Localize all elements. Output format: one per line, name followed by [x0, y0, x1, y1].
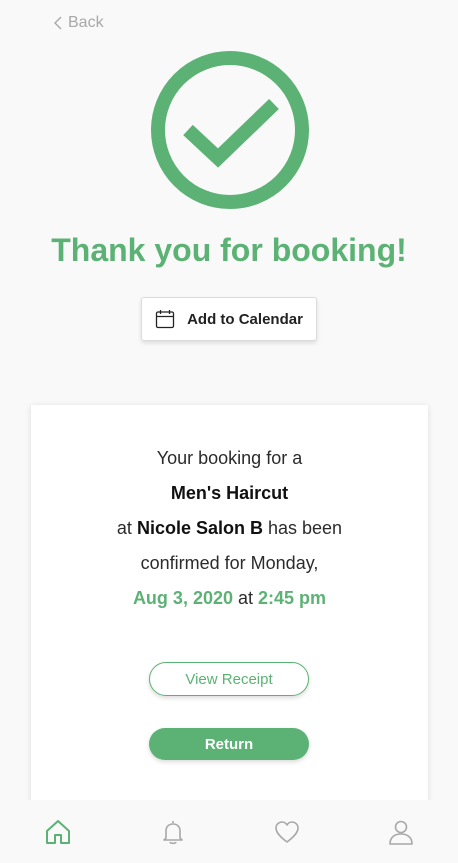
tab-home[interactable]	[43, 817, 73, 847]
booking-details-card: Your booking for a Men's Haircut at Nico…	[31, 405, 428, 825]
booking-confirmation-screen: Back Thank you for booking! Add to Calen…	[0, 0, 458, 863]
booking-date: Aug 3, 2020	[132, 588, 233, 608]
back-label: Back	[68, 14, 104, 31]
add-to-calendar-button[interactable]: Add to Calendar	[141, 297, 317, 341]
confirmed-day: confirmed for Monday,	[140, 553, 319, 573]
booking-time: 2:45 pm	[258, 588, 327, 608]
back-button[interactable]: Back	[54, 14, 104, 32]
view-receipt-button[interactable]: View Receipt	[149, 662, 309, 696]
status-suffix: has been	[268, 518, 343, 538]
page-title: Thank you for booking!	[51, 232, 407, 268]
service-name: Men's Haircut	[170, 483, 289, 503]
return-button[interactable]: Return	[149, 728, 309, 760]
at-prefix: at	[116, 518, 132, 538]
chevron-left-icon	[54, 16, 62, 30]
profile-icon	[389, 820, 413, 845]
bell-icon	[163, 821, 183, 845]
at-word: at	[238, 588, 254, 608]
tab-profile[interactable]	[386, 817, 416, 847]
success-check-icon	[150, 50, 310, 210]
home-icon	[46, 820, 70, 844]
salon-line: at Nicole Salon B has been	[31, 511, 428, 546]
tab-notifications[interactable]	[158, 817, 188, 847]
booking-summary: Your booking for a Men's Haircut at Nico…	[31, 441, 428, 616]
heart-icon	[275, 821, 299, 843]
datetime-line: Aug 3, 2020 at 2:45 pm	[31, 581, 428, 616]
calendar-icon	[155, 310, 175, 329]
tab-favorites[interactable]	[272, 817, 302, 847]
bottom-tab-bar	[0, 800, 458, 863]
salon-name: Nicole Salon B	[136, 518, 263, 538]
return-label: Return	[204, 735, 254, 753]
booking-intro: Your booking for a	[156, 448, 303, 468]
view-receipt-label: View Receipt	[185, 670, 273, 688]
add-to-calendar-label: Add to Calendar	[187, 310, 303, 328]
